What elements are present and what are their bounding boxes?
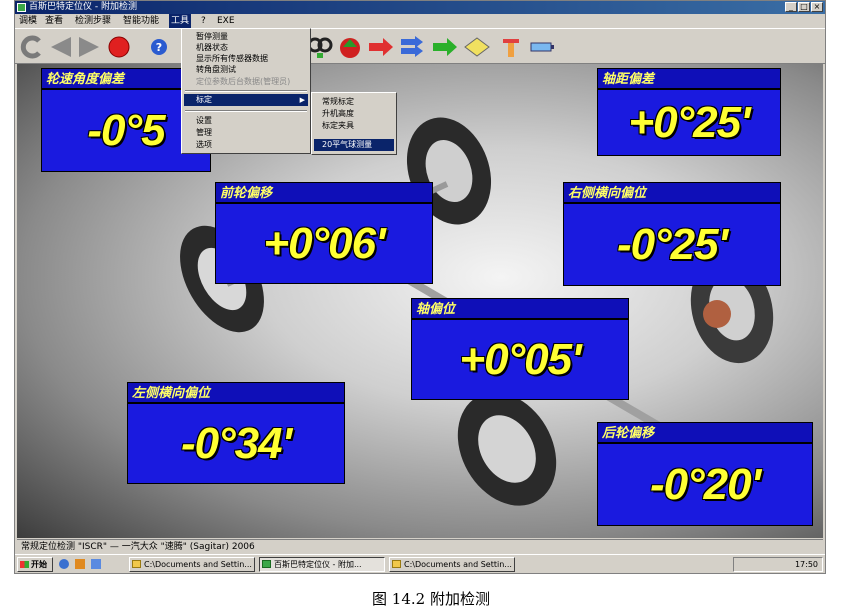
right-lateral-panel: 右侧横向偏位 -0°25' [563,182,781,286]
task-button-explorer-2[interactable]: C:\Documents and Settin... [389,557,515,572]
menu-item-exe[interactable]: EXE [217,14,235,28]
taskbar: 开始 C:\Documents and Settin... 百斯巴特定位仪 - … [15,554,825,573]
menu-separator [185,90,307,92]
stop-icon[interactable] [107,35,131,59]
app-task-icon [262,560,271,568]
wheelbase-diff-label: 轴距偏差 [598,69,780,90]
help-icon[interactable]: ? [149,35,169,59]
submenu-standard-calibration[interactable]: 常规标定 [322,96,354,107]
tool-icon[interactable] [499,35,523,59]
apple-icon[interactable] [337,35,363,59]
measurement-canvas: 轮速角度偏差 -0°5 轴距偏差 +0°25' 前轮偏移 +0°06' 右侧横向… [17,64,823,538]
maximize-button[interactable]: □ [798,2,810,12]
left-lateral-label: 左侧横向偏位 [128,383,344,404]
app-window: 百斯巴特定位仪 - 附加检测 _ □ × 调模 查看 检测步骤 智能功能 工具 … [14,0,826,574]
submenu-balloon-measure[interactable]: 20平气球测量 [322,139,372,150]
axle-offset-label: 轴偏位 [412,299,628,320]
system-tray: 17:50 [733,557,823,572]
front-offset-label: 前轮偏移 [216,183,432,204]
submenu-fixture-calibration[interactable]: 标定夹具 [322,120,354,131]
task-label-explorer-1: C:\Documents and Settin... [144,560,252,569]
toolbar: ? [15,28,825,64]
rear-offset-panel: 后轮偏移 -0°20' [597,422,813,526]
menu-item-smart[interactable]: 智能功能 [123,14,159,28]
window-controls: _ □ × [785,2,823,12]
tools-menu-calibrate[interactable]: 标定 [196,94,212,105]
menu-item-help[interactable]: ? [201,14,206,28]
tray-clock: 17:50 [794,560,818,569]
tools-menu-turntable-test[interactable]: 转角盘测试 [196,64,236,75]
diamond-icon[interactable] [463,35,491,59]
back-arrow-icon[interactable] [19,35,45,59]
menu-item-steps[interactable]: 检测步骤 [75,14,111,28]
right-triangle-icon[interactable] [77,35,101,59]
blue-arrow-icon[interactable] [399,35,427,59]
right-lateral-label: 右侧横向偏位 [564,183,780,204]
submenu-lift-height[interactable]: 升机高度 [322,108,354,119]
menu-bar: 调模 查看 检测步骤 智能功能 工具 ? EXE [15,14,825,28]
rear-offset-value: -0°20' [649,459,761,509]
menu-separator [185,110,307,112]
quicklaunch-icon[interactable] [75,559,85,569]
app-icon [17,3,26,12]
task-button-explorer-1[interactable]: C:\Documents and Settin... [129,557,255,572]
axle-offset-panel: 轴偏位 +0°05' [411,298,629,400]
tools-menu-admin-data: 定位参数后台数据(管理员) [196,77,291,86]
tools-menu-manage[interactable]: 管理 [196,127,212,138]
rear-offset-label: 后轮偏移 [598,423,812,444]
folder-icon [392,560,401,568]
front-offset-panel: 前轮偏移 +0°06' [215,182,433,284]
green-arrow-icon[interactable] [431,35,459,59]
task-button-aligner[interactable]: 百斯巴特定位仪 - 附加... [259,557,385,572]
start-button[interactable]: 开始 [17,557,53,572]
task-label-aligner: 百斯巴特定位仪 - 附加... [274,560,362,569]
ie-icon[interactable] [59,559,69,569]
start-label: 开始 [31,560,47,569]
right-lateral-value: -0°25' [616,219,728,269]
wheelbase-diff-value: +0°25' [628,97,750,147]
left-lateral-value: -0°34' [180,418,292,468]
svg-text:?: ? [156,41,162,54]
front-offset-value: +0°06' [263,218,385,268]
submenu-arrow-icon: ▶ [299,96,305,104]
windows-flag-icon [20,561,29,568]
tools-menu-options[interactable]: 选项 [196,139,212,150]
status-bar: 常规定位检测 "ISCR" — 一汽大众 "速腾" (Sagitar) 2006 [17,539,823,553]
red-arrow-icon[interactable] [367,35,395,59]
close-button[interactable]: × [811,2,823,12]
tools-dropdown-menu: 暂停测量 机器状态 显示所有传感器数据 转角盘测试 定位参数后台数据(管理员) … [181,28,311,154]
tools-menu-pause[interactable]: 暂停测量 [196,31,228,42]
left-lateral-panel: 左侧横向偏位 -0°34' [127,382,345,484]
folder-icon [132,560,141,568]
tools-menu-machine-status[interactable]: 机器状态 [196,42,228,53]
tools-menu-sensor-data[interactable]: 显示所有传感器数据 [196,53,268,64]
wheelbase-diff-panel: 轴距偏差 +0°25' [597,68,781,156]
window-title: 百斯巴特定位仪 - 附加检测 [29,2,137,12]
battery-icon[interactable] [529,35,555,59]
axle-offset-value: +0°05' [459,334,581,384]
title-bar: 百斯巴特定位仪 - 附加检测 _ □ × [15,1,825,14]
tools-menu-settings[interactable]: 设置 [196,115,212,126]
task-label-explorer-2: C:\Documents and Settin... [404,560,512,569]
figure-caption: 图 14.2 附加检测 [372,590,490,608]
left-triangle-icon[interactable] [49,35,73,59]
menu-item-tools[interactable]: 工具 [169,14,192,28]
menu-item-mode[interactable]: 调模 [19,14,37,28]
minimize-button[interactable]: _ [785,2,797,12]
desktop-icon[interactable] [91,559,101,569]
menu-item-view[interactable]: 查看 [45,14,63,28]
calibrate-submenu: 常规标定 升机高度 标定夹具 20平气球测量 [311,92,397,155]
